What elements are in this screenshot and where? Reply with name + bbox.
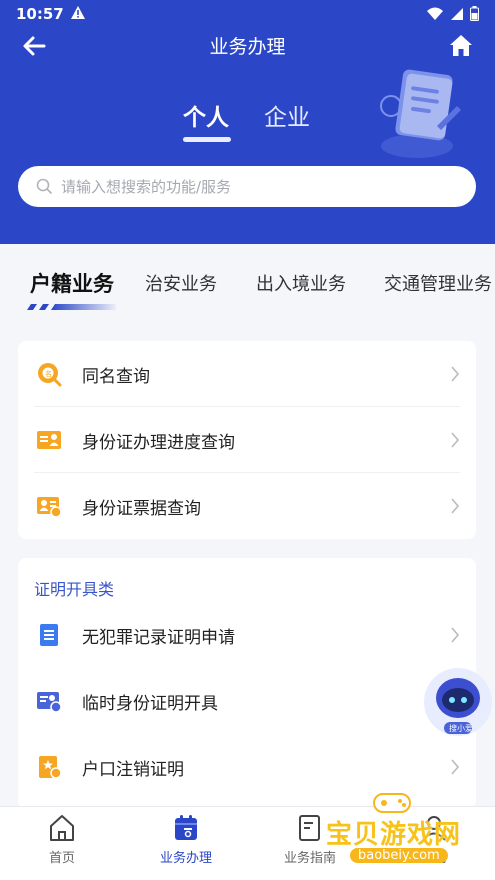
gamepad-icon <box>373 793 411 813</box>
home-icon[interactable] <box>447 31 475 59</box>
robot-label: 搜小爱 <box>449 723 473 733</box>
header: 10:57 业务办理 个人 企业 请输入想搜索的功能/服务 <box>0 0 495 244</box>
page-title: 业务办理 <box>209 36 286 58</box>
list-item-label: 临时身份证明开具 <box>82 693 218 714</box>
status-icons <box>426 6 479 21</box>
certificate-card: 证明开具类 无犯罪记录证明申请 临时身份证明开具 户口注销证明 <box>18 558 476 808</box>
list-item-label: 户口注销证明 <box>82 759 184 780</box>
calendar-icon <box>175 815 197 840</box>
document-icon <box>40 624 58 646</box>
wifi-icon <box>427 7 443 20</box>
battery-icon <box>470 6 479 21</box>
household-query-card: 名 同名查询 身份证办理进度查询 身份证票据查询 <box>18 341 476 539</box>
tab-indicator <box>183 137 231 142</box>
watermark-url: baobeiy.com <box>350 848 448 863</box>
assistant-robot-button[interactable]: 搜小爱 <box>422 662 494 742</box>
nav-bar: 业务办理 <box>0 28 495 62</box>
warning-icon <box>70 5 86 24</box>
list-item-id-card-progress[interactable]: 身份证办理进度查询 <box>18 407 476 473</box>
signal-icon <box>451 7 463 20</box>
home-icon <box>50 815 74 841</box>
certificate-icon <box>39 756 62 779</box>
nav-label: 业务办理 <box>159 851 212 866</box>
list-item-no-criminal-record[interactable]: 无犯罪记录证明申请 <box>18 602 476 668</box>
robot-icon: 搜小爱 <box>424 668 492 736</box>
svg-text:名: 名 <box>45 369 52 378</box>
chevron-right-icon <box>451 366 460 382</box>
section-title: 证明开具类 <box>34 580 115 599</box>
tab-personal[interactable]: 个人 <box>183 98 229 132</box>
list-item-same-name-query[interactable]: 名 同名查询 <box>18 341 476 407</box>
tab-public-security[interactable]: 治安业务 <box>145 270 217 296</box>
search-input[interactable]: 请输入想搜索的功能/服务 <box>61 176 231 197</box>
chevron-right-icon <box>451 432 460 448</box>
nav-business[interactable]: 业务办理 <box>141 813 231 866</box>
search-icon <box>36 178 53 195</box>
tab-enterprise[interactable]: 企业 <box>264 98 310 132</box>
category-indicator <box>27 304 116 310</box>
document-illustration <box>380 69 461 158</box>
watermark-text: 宝贝游戏网 <box>326 820 462 850</box>
list-item-temporary-id[interactable]: 临时身份证明开具 <box>18 668 476 734</box>
nav-home[interactable]: 首页 <box>17 813 107 866</box>
tab-exit-entry[interactable]: 出入境业务 <box>256 270 346 296</box>
list-item-label: 身份证办理进度查询 <box>82 432 235 453</box>
chevron-right-icon <box>451 759 460 775</box>
chevron-right-icon <box>451 498 460 514</box>
list-item-id-card-receipt[interactable]: 身份证票据查询 <box>18 473 476 539</box>
tab-traffic-management[interactable]: 交通管理业务 <box>384 270 492 296</box>
id-card-receipt-icon <box>37 497 62 518</box>
chevron-right-icon <box>451 627 460 643</box>
watermark-logo: 宝贝游戏网 baobeiy.com <box>318 786 494 876</box>
list-item-label: 身份证票据查询 <box>82 498 201 519</box>
id-card-progress-icon <box>37 431 61 449</box>
temp-id-icon <box>37 692 62 713</box>
status-bar: 10:57 <box>0 0 495 30</box>
list-item-label: 无犯罪记录证明申请 <box>82 627 235 648</box>
tab-household-registration[interactable]: 户籍业务 <box>30 268 114 298</box>
search-bar[interactable]: 请输入想搜索的功能/服务 <box>18 166 476 207</box>
list-item-label: 同名查询 <box>82 366 150 387</box>
status-time: 10:57 <box>16 5 64 23</box>
name-search-icon: 名 <box>38 363 62 387</box>
nav-label: 首页 <box>48 851 75 866</box>
